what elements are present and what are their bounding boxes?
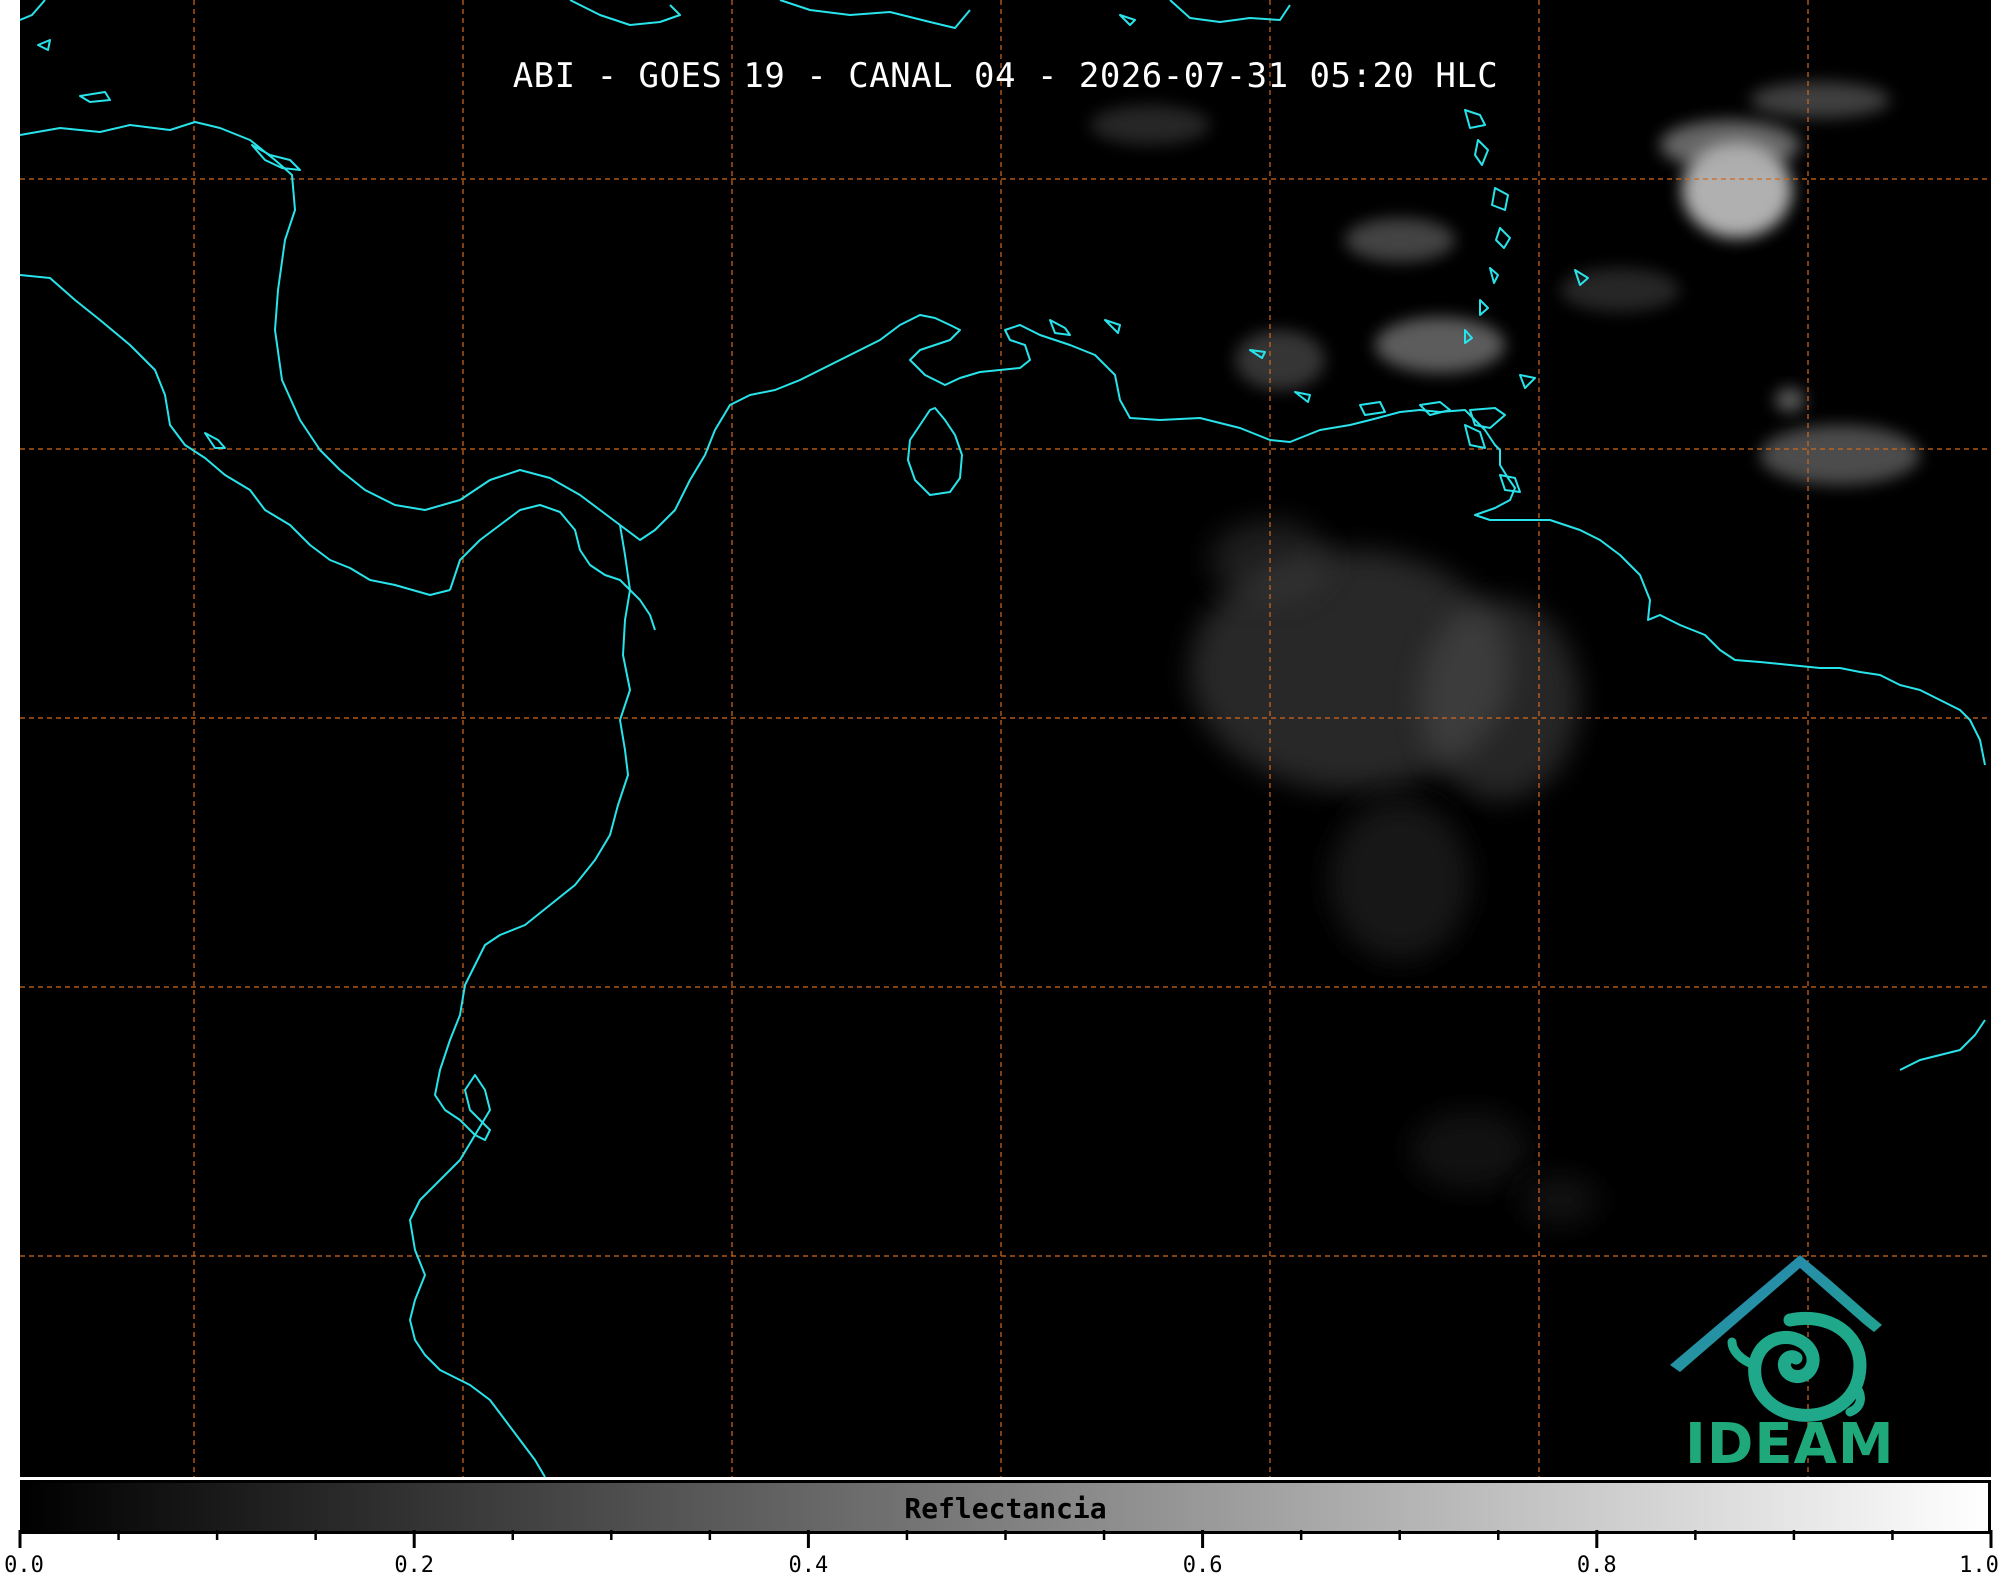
coastline: [37, 39, 51, 51]
coastline: [1104, 319, 1121, 334]
colorbar-tick-label: 0.6: [1182, 1553, 1223, 1577]
coastline: [449, 504, 656, 631]
logo-swirl: [1748, 1312, 1867, 1422]
coastline: [569, 0, 681, 26]
coastline: [1495, 227, 1511, 249]
coastline: [1294, 391, 1311, 403]
colorbar-tick-label: 0.2: [394, 1553, 435, 1577]
cloud-cell: [1330, 800, 1470, 960]
coastline: [1359, 401, 1386, 416]
colorbar-axis: [18, 1530, 1993, 1548]
coastline: [20, 0, 46, 21]
coastline: [1899, 1019, 1986, 1071]
colorbar-tick-label: 0.8: [1576, 1553, 1617, 1577]
map-title: ABI - GOES 19 - CANAL 04 - 2026-07-31 05…: [512, 56, 1499, 96]
cloud-cell: [1345, 218, 1455, 262]
coastline: [1479, 299, 1489, 316]
logo-roof: [1670, 1255, 1882, 1372]
cloud-cell: [1560, 268, 1680, 312]
coastline: [20, 121, 621, 526]
coastline: [1049, 319, 1071, 336]
coastline: [1469, 407, 1506, 429]
cloud-cell: [1760, 425, 1920, 485]
coastline: [1169, 0, 1291, 23]
map-panel: ABI - GOES 19 - CANAL 04 - 2026-07-31 05…: [20, 0, 1991, 1477]
colorbar-label: Reflectancia: [904, 1492, 1107, 1525]
colorbar-tick-label: 1.0: [1959, 1553, 1999, 1577]
coastline: [204, 432, 226, 449]
cloud-cell: [1660, 120, 1800, 170]
cloud-cell: [1420, 600, 1580, 800]
coastline: [1419, 401, 1451, 416]
colorbar-tick-label: 0.4: [788, 1553, 829, 1577]
coastline: [20, 274, 451, 596]
cloud-cell: [1090, 105, 1210, 145]
coastline: [1119, 14, 1136, 26]
coastline: [1474, 139, 1489, 166]
colorbar: Reflectancia: [20, 1480, 1991, 1534]
colorbar-tick-label: 0.0: [4, 1553, 44, 1577]
cloud-cell: [1375, 317, 1505, 373]
coastline: [1499, 474, 1521, 493]
coastline: [1491, 187, 1509, 211]
cloud-layer: [1090, 82, 1920, 1225]
coastline: [907, 407, 963, 496]
cloud-cell: [1410, 1110, 1530, 1190]
cloud-cell: [1235, 330, 1325, 390]
coastline: [251, 144, 301, 171]
coastline: [1464, 109, 1486, 129]
coastline: [779, 0, 971, 29]
cloud-cell: [1775, 388, 1805, 412]
coastline: [1519, 374, 1536, 389]
coastline: [1464, 424, 1486, 449]
satellite-image-figure: ABI - GOES 19 - CANAL 04 - 2026-07-31 05…: [0, 0, 2011, 1577]
cloud-cell: [1520, 1175, 1600, 1225]
coastline: [409, 524, 631, 1477]
coastline: [1489, 267, 1499, 284]
logo-text: IDEAM: [1685, 1412, 1895, 1477]
